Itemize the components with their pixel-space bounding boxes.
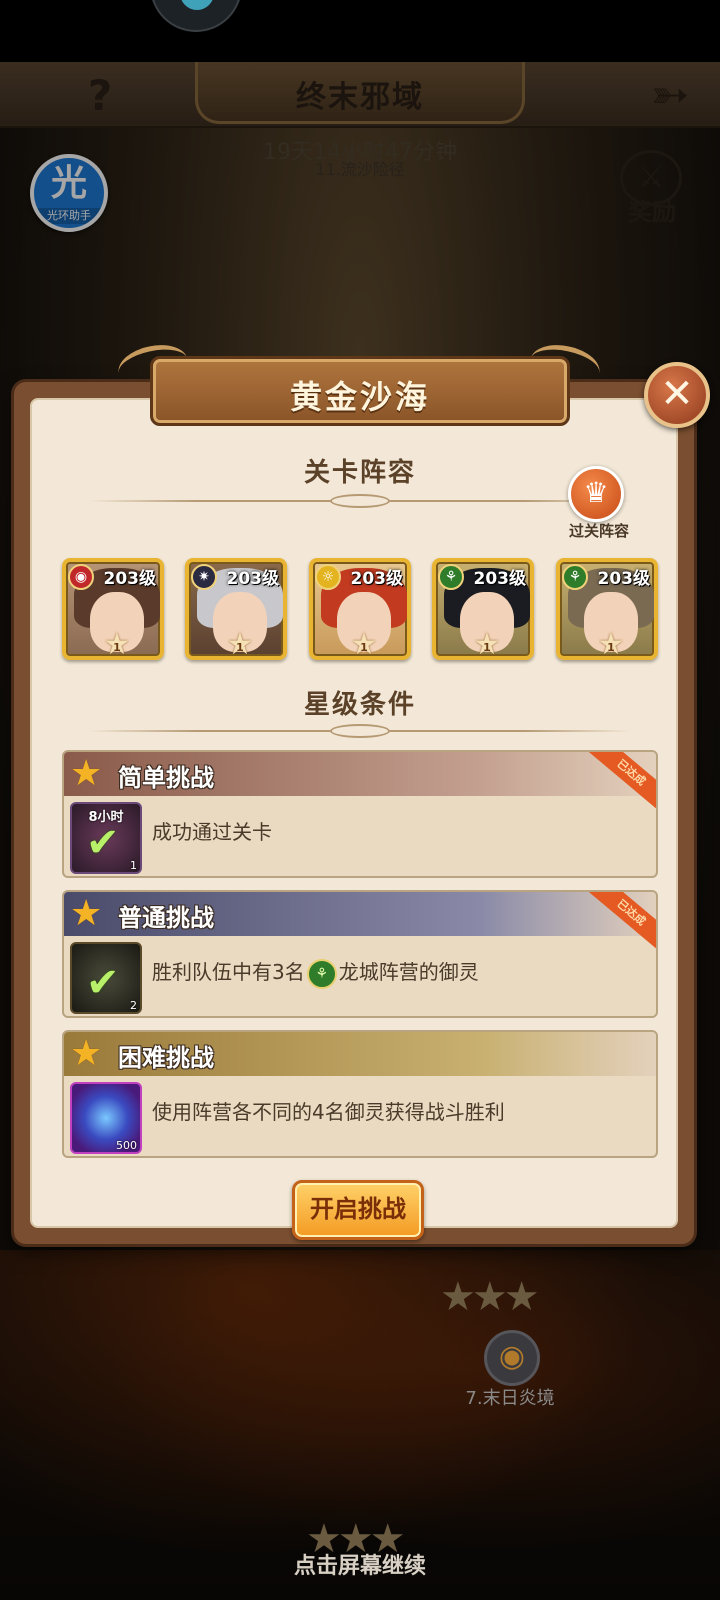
dragon-faction-icon: ⚘ [306, 958, 337, 989]
condition-text: 胜利队伍中有3名 ⚘ 龙城阵营的御灵 [152, 956, 479, 989]
fire-faction-icon: ◉ [68, 564, 94, 590]
enemy-hero-card[interactable]: ⚘ 203级 ★ 1 [556, 558, 658, 660]
hero-star-count: 1 [607, 641, 615, 654]
condition-title: 普通挑战 [118, 904, 214, 932]
star-icon: ★ [70, 1033, 103, 1074]
hero-level: 203级 [473, 569, 527, 589]
crown-icon: ♛ [583, 476, 609, 509]
condition-card-normal: ★ 普通挑战 已达成 ✔ 2 胜利队伍中有3名 ⚘ 龙城阵营的御灵 [62, 890, 658, 1018]
reward-item-count: 500 [116, 1139, 137, 1152]
conditions-divider-ornament [330, 724, 390, 738]
lineup-divider-ornament [330, 494, 390, 508]
reward-item-icon[interactable]: 8小时 ✔ 1 [70, 802, 142, 874]
hero-star-count: 1 [360, 641, 368, 654]
stage-label-below[interactable]: 7.末日炎境 [430, 1384, 590, 1410]
clear-lineup-button[interactable]: ♛ [568, 466, 624, 522]
star-icon: ★ [70, 893, 103, 934]
condition-text: 成功通过关卡 [152, 820, 272, 844]
hero-level: 203级 [350, 569, 404, 589]
start-challenge-button[interactable]: 开启挑战 [292, 1180, 424, 1240]
hero-star-count: 1 [483, 641, 491, 654]
condition-card-easy: ★ 简单挑战 已达成 8小时 ✔ 1 成功通过关卡 [62, 750, 658, 878]
hero-level: 203级 [226, 569, 280, 589]
reward-item-count: 1 [130, 859, 137, 872]
condition-card-hard: ★ 困难挑战 500 使用阵营各不同的4名御灵获得战斗胜利 [62, 1030, 658, 1158]
close-icon: ✕ [660, 371, 694, 417]
reward-item-icon[interactable]: 500 [70, 1082, 142, 1154]
condition-title: 困难挑战 [118, 1044, 214, 1072]
star-icon: ★ [70, 753, 103, 794]
light-faction-icon: ☼ [315, 564, 341, 590]
lineup-title: 关卡阵容 [303, 458, 416, 488]
enemy-hero-card[interactable]: ⚘ 203级 ★ 1 [432, 558, 534, 660]
continue-hint: 点击屏幕继续 [293, 1554, 426, 1579]
condition-title: 简单挑战 [118, 764, 214, 792]
dark-faction-icon: ✷ [191, 564, 217, 590]
hero-star-count: 1 [236, 641, 244, 654]
dragon-faction-icon: ⚘ [562, 564, 588, 590]
dialog-title: 黄金沙海 [289, 378, 430, 416]
clear-lineup-label[interactable]: 过关阵容 [556, 520, 642, 541]
stage-stars: ★★★ [440, 1274, 540, 1320]
condition-text: 使用阵营各不同的4名御灵获得战斗胜利 [152, 1100, 505, 1124]
close-button[interactable]: ✕ [644, 362, 710, 428]
enemy-hero-card[interactable]: ◉ 203级 ★ 1 [62, 558, 164, 660]
hero-star-count: 1 [113, 641, 121, 654]
reward-item-count: 2 [130, 999, 137, 1012]
hero-level: 203级 [103, 569, 157, 589]
enemy-hero-card[interactable]: ☼ 203级 ★ 1 [309, 558, 411, 660]
hero-level: 203级 [597, 569, 651, 589]
condition-text-part: 胜利队伍中有3名 [152, 960, 305, 984]
reward-item-icon[interactable]: ✔ 2 [70, 942, 142, 1014]
dragon-faction-icon: ⚘ [438, 564, 464, 590]
enemy-hero-card[interactable]: ✷ 203级 ★ 1 [185, 558, 287, 660]
top-avatar-icon [150, 0, 242, 32]
check-icon: ✔ [86, 960, 120, 1006]
condition-text-part: 龙城阵营的御灵 [338, 960, 479, 984]
check-icon: ✔ [86, 820, 120, 866]
star-conditions-title: 星级条件 [303, 690, 416, 720]
stage-node-7[interactable]: ◉ [484, 1330, 540, 1386]
